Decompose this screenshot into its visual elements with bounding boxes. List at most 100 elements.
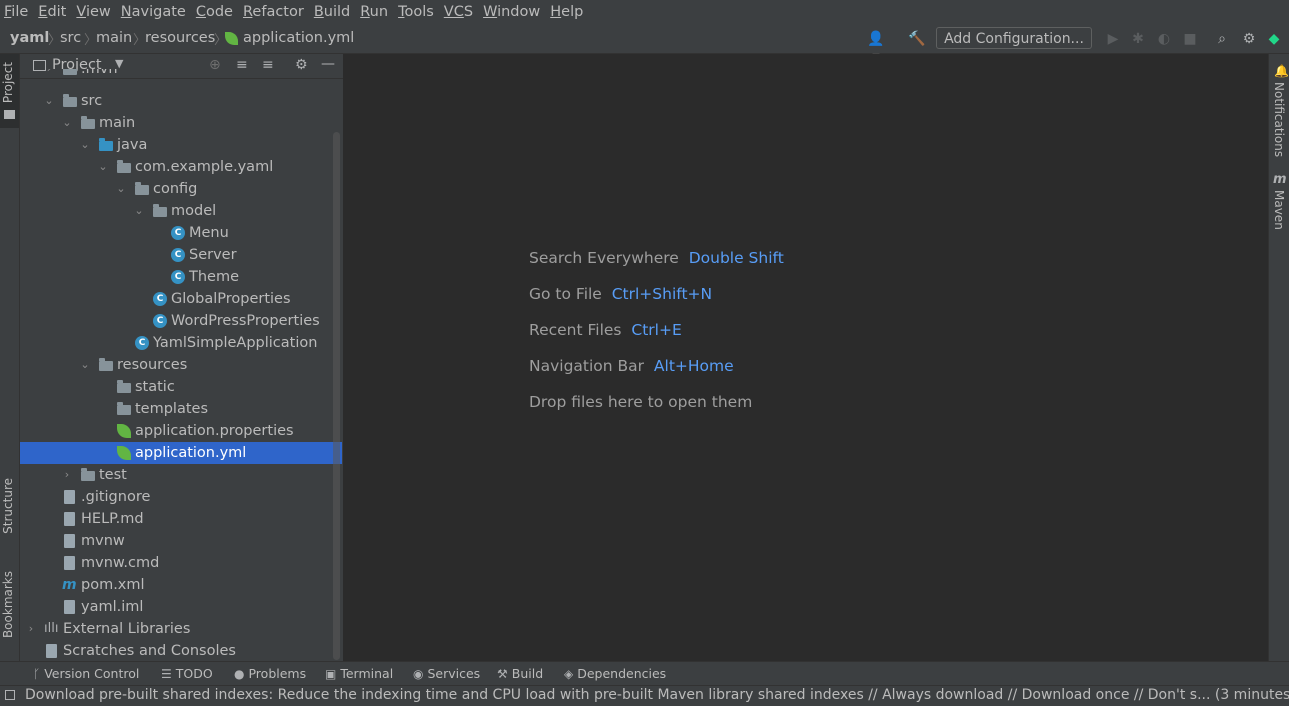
tree-item-label: .mvn: [81, 69, 118, 77]
run-icon[interactable]: ▶: [1104, 30, 1122, 48]
tree-item-label: model: [171, 203, 217, 219]
tool-windows-toggle-icon[interactable]: [5, 690, 15, 700]
tree-item-mvn[interactable]: › .mvn: [20, 69, 342, 81]
tree-item-label: Menu: [189, 225, 229, 241]
tool-todo[interactable]: ☰ TODO: [161, 666, 213, 681]
menu-navigate[interactable]: Navigate: [116, 0, 191, 24]
tree-item-yamlsimpleapplication[interactable]: C YamlSimpleApplication: [20, 332, 342, 354]
terminal-icon: ▣: [325, 667, 337, 681]
menu-run[interactable]: Run: [355, 0, 393, 24]
bookmarks-tool-tab[interactable]: Bookmarks: [1, 571, 15, 638]
tool-services[interactable]: ◉ Services: [413, 666, 480, 681]
tree-item-templates[interactable]: templates: [20, 398, 342, 420]
maven-tool-tab[interactable]: Maven: [1272, 190, 1286, 230]
tree-item-scratches[interactable]: Scratches and Consoles: [20, 640, 342, 661]
tree-item-yaml-iml[interactable]: yaml.iml: [20, 596, 342, 618]
scratch-icon: [46, 644, 57, 658]
breadcrumb-main[interactable]: main: [96, 30, 132, 46]
chevron-down-icon: ⌄: [134, 204, 144, 217]
tool-build[interactable]: ⚒ Build: [497, 666, 543, 681]
editor-area[interactable]: Search Everywhere Double Shift Go to Fil…: [344, 54, 1268, 661]
tree-item-menu[interactable]: C Menu: [20, 222, 342, 244]
maven-icon: m: [62, 577, 77, 593]
tree-item-java[interactable]: ⌄ java: [20, 134, 342, 156]
breadcrumb-src[interactable]: src: [60, 30, 81, 46]
menu-refactor[interactable]: Refactor: [238, 0, 309, 24]
menu-file[interactable]: File: [0, 0, 33, 24]
build-hammer-icon[interactable]: 🔨: [908, 30, 926, 48]
notifications-tool-tab[interactable]: Notifications: [1272, 82, 1286, 157]
ignore-file-icon: [64, 490, 75, 504]
spring-boot-class-icon: C: [135, 336, 149, 350]
gear-icon[interactable]: ⚙: [1240, 30, 1258, 48]
tree-item-label: pom.xml: [81, 577, 145, 593]
breadcrumb-resources[interactable]: resources: [145, 30, 215, 46]
folder-icon: [63, 94, 77, 107]
tree-item-package[interactable]: ⌄ com.example.yaml: [20, 156, 342, 178]
breadcrumb-project[interactable]: yaml: [10, 30, 49, 46]
tree-item-config[interactable]: ⌄ config: [20, 178, 342, 200]
coverage-icon[interactable]: ◐: [1155, 30, 1173, 48]
class-icon: C: [171, 248, 185, 262]
menu-view[interactable]: View: [71, 0, 115, 24]
menu-edit[interactable]: Edit: [33, 0, 71, 24]
stop-icon[interactable]: ■: [1181, 30, 1199, 48]
package-icon: [153, 204, 167, 217]
status-message[interactable]: Download pre-built shared indexes: Reduc…: [25, 687, 1289, 703]
tree-item-application-properties[interactable]: application.properties: [20, 420, 342, 442]
tool-label: Terminal: [340, 666, 394, 681]
menu-code[interactable]: Code: [191, 0, 238, 24]
tree-item-wordpressproperties[interactable]: C WordPressProperties: [20, 310, 342, 332]
tool-dependencies[interactable]: ◈ Dependencies: [564, 666, 666, 681]
tree-item-pom-xml[interactable]: m pom.xml: [20, 574, 342, 596]
tree-item-external-libraries[interactable]: › ıllı External Libraries: [20, 618, 342, 640]
menu-window[interactable]: Window: [478, 0, 545, 24]
project-scrollbar[interactable]: [333, 132, 340, 660]
tree-item-label: config: [153, 181, 198, 197]
jetbrains-logo-icon[interactable]: ◆: [1265, 30, 1283, 48]
tree-item-label: .gitignore: [81, 489, 151, 505]
tree-item-resources[interactable]: ⌄ resources: [20, 354, 342, 376]
tool-problems[interactable]: ● Problems: [234, 666, 306, 681]
tree-item-test[interactable]: › test: [20, 464, 342, 486]
tree-item-server[interactable]: C Server: [20, 244, 342, 266]
tree-item-static[interactable]: static: [20, 376, 342, 398]
spring-leaf-icon: [117, 446, 131, 460]
tool-version-control[interactable]: ᚴ Version Control: [33, 666, 139, 681]
tree-item-application-yml[interactable]: application.yml: [20, 442, 342, 464]
status-bar: Download pre-built shared indexes: Reduc…: [0, 685, 1289, 706]
hammer-icon: ⚒: [497, 667, 508, 681]
tree-item-globalproperties[interactable]: C GlobalProperties: [20, 288, 342, 310]
tree-item-label: External Libraries: [63, 621, 191, 637]
tree-item-label: com.example.yaml: [135, 159, 274, 175]
tree-item-label: mvnw.cmd: [81, 555, 160, 571]
breadcrumb-file[interactable]: application.yml: [243, 30, 354, 46]
hint-navigation-bar: Navigation Bar Alt+Home: [529, 357, 734, 375]
structure-tool-tab[interactable]: Structure: [1, 478, 15, 534]
project-tool-tab[interactable]: Project: [1, 62, 15, 103]
tree-item-mvnw[interactable]: mvnw: [20, 530, 342, 552]
tree-item-label: src: [81, 93, 103, 109]
search-icon[interactable]: ⌕: [1213, 30, 1231, 48]
menu-vcs[interactable]: VCS: [439, 0, 478, 24]
tree-item-label: application.properties: [135, 423, 294, 439]
tree-item-help-md[interactable]: HELP.md: [20, 508, 342, 530]
tree-item-src[interactable]: ⌄ src: [20, 90, 342, 112]
user-icon[interactable]: 👤▾: [867, 30, 885, 65]
tree-item-main[interactable]: ⌄ main: [20, 112, 342, 134]
debug-icon[interactable]: ✱: [1129, 30, 1147, 48]
tree-item-mvnw-cmd[interactable]: mvnw.cmd: [20, 552, 342, 574]
tree-item-gitignore[interactable]: .gitignore: [20, 486, 342, 508]
chevron-down-icon: ⌄: [98, 160, 108, 173]
project-panel: Project ▼ ⊕ ≡ ≡ ⚙ — › .mvn ⌄ src ⌄ main …: [20, 54, 343, 661]
menu-help[interactable]: Help: [545, 0, 588, 24]
add-configuration-button[interactable]: Add Configuration...: [936, 27, 1092, 49]
tree-item-label: main: [99, 115, 136, 131]
tree-item-theme[interactable]: C Theme: [20, 266, 342, 288]
tree-item-model[interactable]: ⌄ model: [20, 200, 342, 222]
tree-item-label: static: [135, 379, 175, 395]
chevron-right-icon: ›: [43, 69, 55, 80]
menu-tools[interactable]: Tools: [393, 0, 439, 24]
menu-build[interactable]: Build: [309, 0, 355, 24]
tool-terminal[interactable]: ▣ Terminal: [325, 666, 393, 681]
